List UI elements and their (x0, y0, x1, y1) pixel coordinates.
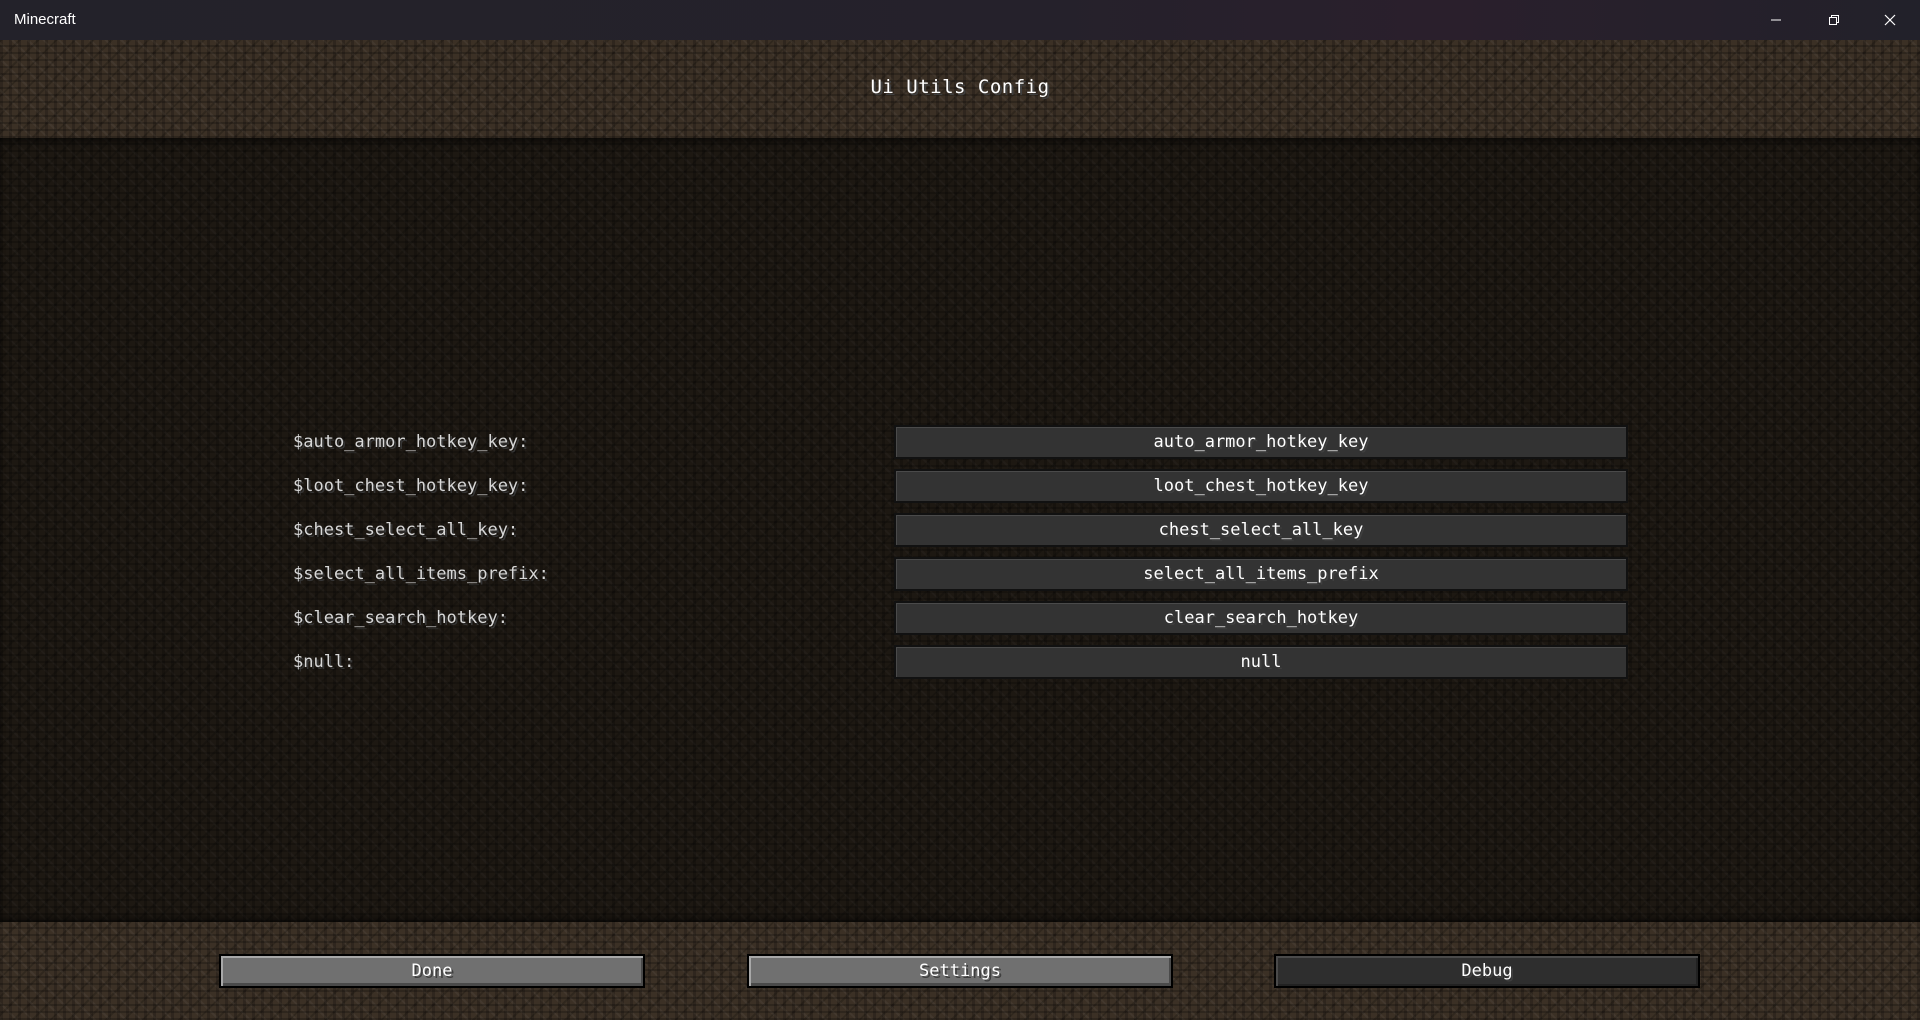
window-title: Minecraft (14, 11, 76, 28)
restore-icon (1829, 15, 1839, 25)
done-button[interactable]: Done (219, 954, 645, 988)
config-row-clear-search-hotkey: $clear_search_hotkey: clear_search_hotke… (0, 600, 1920, 636)
config-value-text: loot_chest_hotkey_key (1153, 476, 1369, 496)
config-row-label: $clear_search_hotkey: (293, 608, 508, 628)
config-row-label: $select_all_items_prefix: (293, 564, 549, 584)
window-title-bar: Minecraft (0, 0, 1920, 40)
config-value-button[interactable]: auto_armor_hotkey_key (894, 425, 1628, 459)
debug-button[interactable]: Debug (1274, 954, 1700, 988)
settings-button[interactable]: Settings (747, 954, 1173, 988)
config-value-button[interactable]: clear_search_hotkey (894, 601, 1628, 635)
config-list[interactable]: $auto_armor_hotkey_key: auto_armor_hotke… (0, 138, 1920, 922)
config-row-loot-chest-hotkey: $loot_chest_hotkey_key: loot_chest_hotke… (0, 468, 1920, 504)
config-row-label: $auto_armor_hotkey_key: (293, 432, 529, 452)
config-value-button[interactable]: chest_select_all_key (894, 513, 1628, 547)
config-value-text: auto_armor_hotkey_key (1153, 432, 1369, 452)
minimize-icon (1771, 19, 1781, 21)
screen-title: Ui Utils Config (870, 76, 1050, 98)
minimize-button[interactable] (1748, 0, 1804, 40)
config-row-label: $chest_select_all_key: (293, 520, 519, 540)
config-value-button[interactable]: select_all_items_prefix (894, 557, 1628, 591)
config-value-text: clear_search_hotkey (1163, 608, 1359, 628)
config-row-null: $null: null (0, 644, 1920, 680)
config-value-text: null (1240, 652, 1282, 672)
config-row-label: $loot_chest_hotkey_key: (293, 476, 529, 496)
config-row-auto-armor-hotkey: $auto_armor_hotkey_key: auto_armor_hotke… (0, 424, 1920, 460)
config-value-text: chest_select_all_key (1158, 520, 1364, 540)
config-value-text: select_all_items_prefix (1143, 564, 1379, 584)
close-icon (1884, 14, 1896, 26)
restore-button[interactable] (1806, 0, 1862, 40)
config-value-button[interactable]: loot_chest_hotkey_key (894, 469, 1628, 503)
config-row-chest-select-all: $chest_select_all_key: chest_select_all_… (0, 512, 1920, 548)
config-row-label: $null: (293, 652, 355, 672)
config-row-select-all-items-prefix: $select_all_items_prefix: select_all_ite… (0, 556, 1920, 592)
close-button[interactable] (1862, 0, 1918, 40)
config-value-button[interactable]: null (894, 645, 1628, 679)
